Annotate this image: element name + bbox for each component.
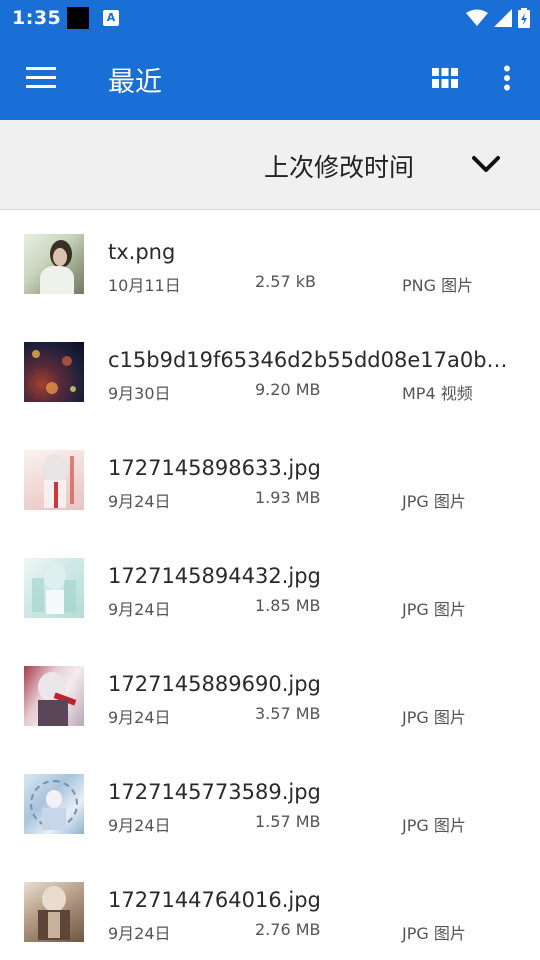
sort-dropdown-button[interactable] — [464, 142, 508, 186]
file-type: JPG 图片 — [402, 492, 466, 511]
file-date: 9月24日 — [108, 600, 171, 619]
battery-icon — [518, 8, 530, 28]
list-item[interactable]: 1727145894432.jpg 9月24日 1.85 MB JPG 图片 — [0, 534, 540, 642]
status-time: 1:35 — [12, 7, 62, 29]
file-date: 9月24日 — [108, 708, 171, 727]
file-name: tx.png — [108, 240, 176, 264]
file-thumbnail — [24, 342, 84, 402]
grid-view-icon — [432, 68, 458, 88]
file-size: 2.76 MB — [255, 920, 321, 939]
file-size: 9.20 MB — [255, 380, 321, 399]
list-item[interactable]: c15b9d19f65346d2b55dd08e17a0b3… 9月30日 9.… — [0, 318, 540, 426]
more-vert-icon — [504, 65, 510, 91]
file-type: JPG 图片 — [402, 708, 466, 727]
file-type: MP4 视频 — [402, 384, 473, 403]
file-thumbnail — [24, 234, 84, 294]
file-name: 1727145894432.jpg — [108, 564, 321, 588]
file-size: 1.93 MB — [255, 488, 321, 507]
app-bar: 最近 — [0, 36, 540, 120]
page-title: 最近 — [108, 67, 162, 98]
file-type: JPG 图片 — [402, 924, 466, 943]
notification-icon — [67, 7, 89, 29]
sort-label: 上次修改时间 — [264, 153, 415, 182]
file-name: 1727144764016.jpg — [108, 888, 321, 912]
notification-a-icon: A — [103, 10, 119, 26]
file-type: JPG 图片 — [402, 600, 466, 619]
grid-view-button[interactable] — [424, 58, 466, 98]
file-name: 1727145898633.jpg — [108, 456, 321, 480]
file-date: 10月11日 — [108, 276, 181, 295]
list-item[interactable]: 1727144764016.jpg 9月24日 2.76 MB JPG 图片 — [0, 858, 540, 960]
file-list: tx.png 10月11日 2.57 kB PNG 图片 c15b9d19f65… — [0, 210, 540, 960]
file-size: 3.57 MB — [255, 704, 321, 723]
file-date: 9月24日 — [108, 924, 171, 943]
file-type: JPG 图片 — [402, 816, 466, 835]
file-size: 2.57 kB — [255, 272, 316, 291]
more-options-button[interactable] — [488, 58, 526, 98]
wifi-icon — [466, 9, 488, 26]
status-bar: 1:35 A — [0, 0, 540, 36]
file-date: 9月24日 — [108, 816, 171, 835]
menu-icon — [26, 67, 56, 88]
file-type: PNG 图片 — [402, 276, 474, 295]
file-size: 1.57 MB — [255, 812, 321, 831]
menu-button[interactable] — [20, 58, 62, 98]
file-name: 1727145889690.jpg — [108, 672, 321, 696]
list-item[interactable]: 1727145889690.jpg 9月24日 3.57 MB JPG 图片 — [0, 642, 540, 750]
file-thumbnail — [24, 774, 84, 834]
sort-bar[interactable]: 上次修改时间 — [0, 120, 540, 210]
list-item[interactable]: 1727145898633.jpg 9月24日 1.93 MB JPG 图片 — [0, 426, 540, 534]
status-icons — [466, 7, 530, 29]
file-thumbnail — [24, 882, 84, 942]
list-item[interactable]: 1727145773589.jpg 9月24日 1.57 MB JPG 图片 — [0, 750, 540, 858]
file-date: 9月24日 — [108, 492, 171, 511]
file-name: c15b9d19f65346d2b55dd08e17a0b3… — [108, 348, 518, 372]
file-thumbnail — [24, 558, 84, 618]
file-size: 1.85 MB — [255, 596, 321, 615]
file-thumbnail — [24, 450, 84, 510]
chevron-down-icon — [472, 156, 500, 172]
signal-icon — [494, 9, 512, 27]
file-thumbnail — [24, 666, 84, 726]
list-item[interactable]: tx.png 10月11日 2.57 kB PNG 图片 — [0, 210, 540, 318]
file-name: 1727145773589.jpg — [108, 780, 321, 804]
file-date: 9月30日 — [108, 384, 171, 403]
